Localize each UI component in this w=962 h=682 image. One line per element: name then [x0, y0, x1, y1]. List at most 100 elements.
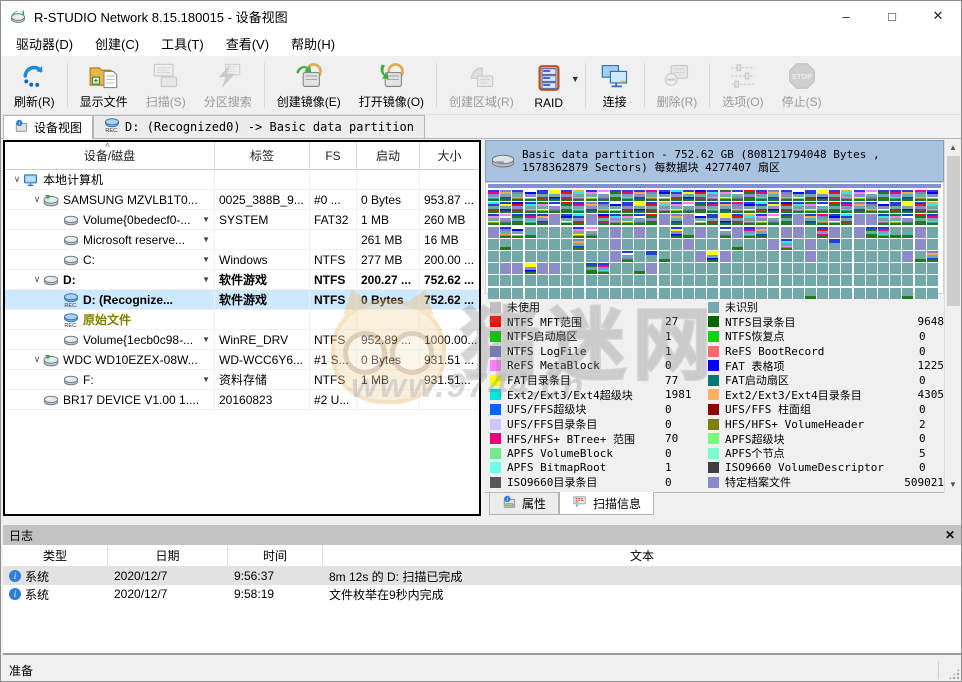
- toolbar-connect-button[interactable]: 连接: [589, 57, 641, 114]
- menu-item-2[interactable]: 工具(T): [150, 30, 215, 57]
- scan-block: [768, 214, 780, 226]
- tree-column-header-4[interactable]: 大小: [420, 142, 479, 169]
- toolbar-raid-button[interactable]: RAID: [523, 57, 575, 114]
- scan-block: [804, 202, 816, 214]
- legend-count: 0: [665, 446, 672, 460]
- tree-column-header-1[interactable]: 标签: [215, 142, 310, 169]
- view-tab-0[interactable]: i 设备视图: [3, 115, 94, 139]
- row-dropdown-icon[interactable]: ▼: [202, 235, 210, 244]
- menu-item-3[interactable]: 查看(V): [215, 30, 280, 57]
- scan-block: [926, 287, 938, 299]
- scroll-down-icon[interactable]: ▼: [945, 477, 961, 492]
- tree-row[interactable]: REC. D: (Recognize... 软件游戏 NTFS 0 Bytes 752.6…: [5, 290, 479, 310]
- tree-row[interactable]: Volume{1ecb0c98-... ▼ WinRE_DRV NTFS 952.89 …: [5, 330, 479, 350]
- scan-block: [524, 275, 536, 287]
- log-column-header-2[interactable]: 时间: [228, 545, 323, 566]
- scan-block: [719, 263, 731, 275]
- view-tab-1[interactable]: REC. D: (Recognized0) -> Basic data parti…: [93, 115, 425, 138]
- tree-row[interactable]: REC. 原始文件: [5, 310, 479, 330]
- info-icon: i: [9, 570, 21, 582]
- maximize-button[interactable]: □: [869, 1, 915, 31]
- row-dropdown-icon[interactable]: ▼: [202, 215, 210, 224]
- log-title-bar: 日志 ✕: [3, 525, 961, 545]
- scan-block: [756, 275, 768, 287]
- log-column-header-1[interactable]: 日期: [108, 545, 228, 566]
- resize-grip[interactable]: [948, 668, 960, 680]
- raid-dropdown-icon[interactable]: ▼: [571, 74, 580, 84]
- tree-column-header-0[interactable]: 设备/磁盘: [5, 142, 215, 169]
- tree-cell-size: 16 MB: [424, 232, 459, 247]
- tree-row[interactable]: C: ▼ Windows NTFS 277 MB 200.00 ...: [5, 250, 479, 270]
- toolbar-open-image-button[interactable]: 打开镜像(O): [350, 57, 433, 114]
- legend-swatch: [708, 345, 719, 357]
- scan-block: [731, 190, 743, 201]
- tree-row[interactable]: ∨ D: ▼ 软件游戏 NTFS 200.27 ... 752.62 ...: [5, 270, 479, 290]
- legend-label: FAT目录条目: [507, 374, 571, 388]
- log-row[interactable]: i 系统 2020/12/7 9:58:19 文件枚举在9秒内完成: [3, 585, 961, 603]
- menu-item-1[interactable]: 创建(C): [84, 30, 150, 57]
- log-column-header-3[interactable]: 文本: [323, 545, 961, 566]
- toolbar-refresh-button[interactable]: 刷新(R): [5, 57, 64, 114]
- tree-row[interactable]: F: ▼ 资料存储 NTFS 1 MB 931.51...: [5, 370, 479, 390]
- log-close-icon[interactable]: ✕: [945, 528, 955, 542]
- scan-tab-properties[interactable]: i 属性: [489, 493, 560, 515]
- scroll-up-icon[interactable]: ▲: [945, 140, 961, 155]
- log-row[interactable]: i 系统 2020/12/7 9:56:37 8m 12s 的 D: 扫描已完成: [3, 567, 961, 585]
- legend-count: 1: [665, 461, 672, 475]
- legend-item: UFS/FFS目录条目 0: [490, 417, 708, 432]
- tree-cell-start: 0 Bytes: [357, 190, 420, 209]
- legend-item: FAT 表格项 1225: [708, 358, 944, 373]
- scan-tab-label: 属性: [522, 497, 547, 511]
- scan-block-map[interactable]: [485, 182, 944, 299]
- scan-block: [597, 250, 609, 262]
- tree-column-header-2[interactable]: FS: [310, 142, 357, 169]
- scan-block: [512, 275, 524, 287]
- tree-row[interactable]: Volume{0bedecf0-... ▼ SYSTEM FAT32 1 MB 260 M…: [5, 210, 479, 230]
- scan-block: [756, 250, 768, 262]
- chevron-down-icon[interactable]: ∨: [31, 194, 43, 205]
- tree-row[interactable]: Microsoft reserve... ▼ 261 MB 16 MB: [5, 230, 479, 250]
- row-dropdown-icon[interactable]: ▼: [202, 335, 210, 344]
- log-column-header-0[interactable]: 类型: [3, 545, 108, 566]
- scan-block: [768, 238, 780, 250]
- scan-block: [548, 263, 560, 275]
- scan-block: [829, 287, 841, 299]
- chevron-down-icon[interactable]: ∨: [11, 174, 23, 185]
- scan-block: [902, 238, 914, 250]
- scan-block: [683, 214, 694, 226]
- menu-item-0[interactable]: 驱动器(D): [5, 30, 84, 57]
- scan-block: [634, 275, 646, 287]
- scan-scrollbar[interactable]: ▲ ▼: [944, 140, 961, 492]
- scan-block: [780, 263, 792, 275]
- close-button[interactable]: ✕: [915, 1, 961, 31]
- legend-item: UFS/FFS 柱面组 0: [708, 402, 944, 417]
- scan-block: [573, 202, 585, 214]
- scan-block: [609, 238, 621, 250]
- scan-block: [719, 190, 731, 201]
- row-dropdown-icon[interactable]: ▼: [202, 275, 210, 284]
- scan-block: [829, 275, 841, 287]
- minimize-button[interactable]: –: [823, 1, 869, 31]
- toolbar-show-files-button[interactable]: 显示文件: [71, 57, 137, 114]
- menu-item-4[interactable]: 帮助(H): [280, 30, 346, 57]
- tree-row[interactable]: ∨ WDC WD10EZEX-08W... WD-WCC6Y6... #1 S... 0…: [5, 350, 479, 370]
- tree-column-header-3[interactable]: 启动: [357, 142, 420, 169]
- scroll-thumb[interactable]: [947, 156, 960, 306]
- row-dropdown-icon[interactable]: ▼: [202, 375, 210, 384]
- row-dropdown-icon[interactable]: ▼: [202, 255, 210, 264]
- tree-row[interactable]: ∨ 本地计算机: [5, 170, 479, 190]
- chevron-down-icon[interactable]: ∨: [31, 274, 43, 285]
- tree-row[interactable]: BR17 DEVICE V1.00 1.... 20160823 #2 U...: [5, 390, 479, 410]
- chevron-down-icon[interactable]: ∨: [31, 354, 43, 365]
- scan-block: [914, 263, 926, 275]
- scan-block: [768, 202, 780, 214]
- toolbar-button-label: 扫描(S): [145, 95, 186, 109]
- legend-swatch: [490, 418, 501, 430]
- toolbar-partition-search-button: 分区搜索: [195, 57, 261, 114]
- device-tree-panel[interactable]: ˄ 设备/磁盘 标签 FS 启动 大小 ∨ 本地计算机 ∨ SAMSUNG MZVLB1T0.…: [3, 140, 481, 516]
- legend-label: FAT 表格项: [725, 359, 785, 373]
- tree-row[interactable]: ∨ SAMSUNG MZVLB1T0... 0025_388B_9... #0 ...…: [5, 190, 479, 210]
- toolbar-create-image-button[interactable]: 创建镜像(E): [268, 57, 350, 114]
- tree-cell-label: 0025_388B_9...: [215, 190, 310, 209]
- scan-tab-scan-info[interactable]: 扫描信息: [559, 492, 655, 515]
